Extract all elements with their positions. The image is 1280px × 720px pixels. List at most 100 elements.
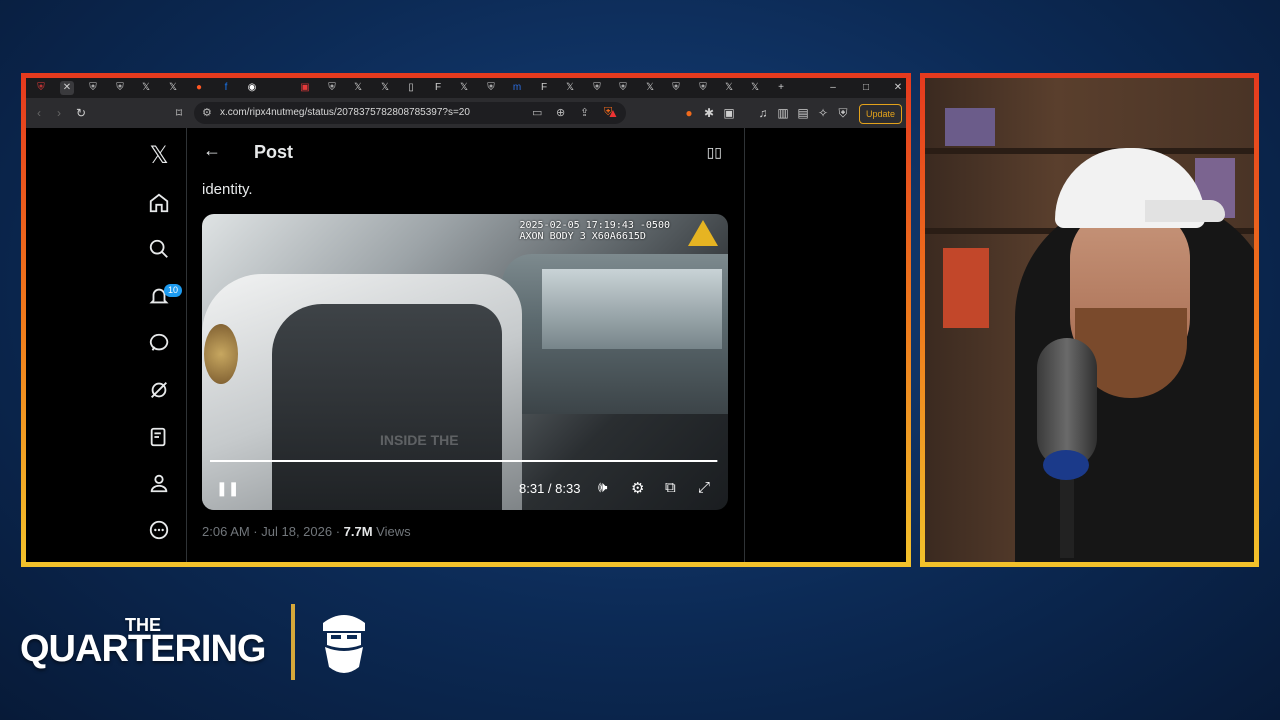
maximize-icon[interactable]: □ <box>859 81 873 95</box>
share-icon[interactable]: ⇪ <box>580 106 589 119</box>
fullscreen-icon[interactable]: ⤢ <box>698 479 710 496</box>
shield-icon[interactable]: ⛨ <box>34 81 48 95</box>
post-column: ← Post ▯▯ identity. 2025-02-05 17:19:43 … <box>186 128 745 562</box>
browser-toolbar: ‹ › ↻ ⌑ ⚙ x.com/ripx4nutmeg/status/20783… <box>26 98 906 128</box>
brave-icon[interactable]: ● <box>682 106 696 120</box>
pause-icon[interactable]: ❚❚ <box>216 480 239 497</box>
update-button[interactable]: Update <box>858 104 902 124</box>
back-icon[interactable]: ‹ <box>32 106 46 120</box>
window-close-icon[interactable]: ✕ <box>891 81 905 95</box>
x-icon[interactable]: 𝕏 <box>722 81 736 95</box>
notifications-badge: 10 <box>164 284 183 297</box>
x-icon[interactable]: 𝕏 <box>457 81 471 95</box>
brand-mascot-icon <box>323 615 365 673</box>
browser-window: ⛨ ✕ ⛨ ⛨ 𝕏 𝕏 ● f ◉ ▣ ⛨ 𝕏 𝕏 ▯ F 𝕏 ⛨ m F 𝕏 … <box>26 78 906 562</box>
x-sidebar: 𝕏 10 <box>130 128 188 562</box>
wallet-icon[interactable]: ▤ <box>796 106 810 120</box>
shield-icon[interactable]: ⛨ <box>86 81 100 95</box>
video-frame-window <box>542 269 722 349</box>
brand-divider <box>291 604 295 680</box>
video-progress-fill <box>210 460 717 462</box>
shield-icon[interactable]: ⛨ <box>669 81 683 95</box>
close-icon[interactable]: ✕ <box>60 81 74 95</box>
views-count: 7.7M <box>343 524 373 539</box>
shield-icon[interactable]: ⛨ <box>113 81 127 95</box>
video-watermark: INSIDE THE <box>380 432 459 448</box>
screen-share-frame: ⛨ ✕ ⛨ ⛨ 𝕏 𝕏 ● f ◉ ▣ ⛨ 𝕏 𝕏 ▯ F 𝕏 ⛨ m F 𝕏 … <box>21 73 911 567</box>
rewards-icon[interactable]: ▲ <box>606 106 620 120</box>
bookmark-icon[interactable]: ⌑ <box>172 106 186 120</box>
zoom-icon[interactable]: ⊕ <box>556 106 565 119</box>
x-icon[interactable]: 𝕏 <box>643 81 657 95</box>
url-text: x.com/ripx4nutmeg/status/207837578280878… <box>220 107 470 118</box>
x-icon[interactable]: 𝕏 <box>748 81 762 95</box>
views-label: Views <box>372 524 411 539</box>
lists-icon[interactable] <box>130 422 188 452</box>
news-icon[interactable]: ▣ <box>298 81 312 95</box>
x-icon[interactable]: 𝕏 <box>378 81 392 95</box>
site-info-icon[interactable]: ⚙ <box>202 106 212 119</box>
shield-icon[interactable]: ⛨ <box>484 81 498 95</box>
x-logo-icon[interactable]: 𝕏 <box>130 140 188 170</box>
shield-icon[interactable]: ⛨ <box>590 81 604 95</box>
f-icon[interactable]: F <box>431 81 445 95</box>
x-icon[interactable]: 𝕏 <box>563 81 577 95</box>
f-icon[interactable]: F <box>537 81 551 95</box>
streamer-cap-bill <box>1145 200 1225 222</box>
post-text: identity. <box>202 181 253 198</box>
bodycam-timestamp: 2025-02-05 17:19:43 -0500 AXON BODY 3 X6… <box>519 220 670 242</box>
extensions-icon[interactable]: ✱ <box>702 106 716 120</box>
shield-icon[interactable]: ⛨ <box>696 81 710 95</box>
facebook-icon[interactable]: f <box>219 81 233 95</box>
forward-icon[interactable]: › <box>52 106 66 120</box>
new-tab-icon[interactable]: + <box>774 81 788 95</box>
tab-bar: ⛨ ✕ ⛨ ⛨ 𝕏 𝕏 ● f ◉ ▣ ⛨ 𝕏 𝕏 ▯ F 𝕏 ⛨ m F 𝕏 … <box>26 78 906 98</box>
screenshot-icon[interactable]: ▣ <box>722 106 736 120</box>
x-icon[interactable]: 𝕏 <box>166 81 180 95</box>
address-bar[interactable]: ⚙ x.com/ripx4nutmeg/status/2078375782808… <box>194 102 626 124</box>
miniplayer-icon[interactable]: ⧉ <box>665 479 676 496</box>
messages-icon[interactable] <box>130 328 188 358</box>
more-icon[interactable] <box>130 515 188 545</box>
reader-mode-icon[interactable]: ▯▯ <box>707 144 722 161</box>
reddit-icon[interactable]: ● <box>192 81 206 95</box>
post-meta: 2:06 AM · Jul 18, 2026 · 7.7M Views <box>202 524 411 539</box>
shield-icon[interactable]: ⛨ <box>325 81 339 95</box>
sidebar-icon[interactable]: ▥ <box>776 106 790 120</box>
profile-icon[interactable] <box>130 468 188 498</box>
x-icon[interactable]: 𝕏 <box>139 81 153 95</box>
back-arrow-icon[interactable]: ← <box>203 140 221 161</box>
vpn-icon[interactable]: ⛨ <box>836 106 850 120</box>
volume-icon[interactable]: 🕪 <box>598 479 607 496</box>
webcam-feed <box>925 78 1254 562</box>
leo-icon[interactable]: ✧ <box>816 106 830 120</box>
notifications-icon[interactable]: 10 <box>130 281 188 311</box>
video-controls: ❚❚ 8:31 / 8:33 🕪 ⚙ ⧉ ⤢ <box>202 472 728 508</box>
music-icon[interactable]: ♫ <box>756 106 770 120</box>
settings-icon[interactable]: ⚙ <box>631 479 644 497</box>
shelf-item <box>943 248 989 328</box>
post-header: ← Post ▯▯ <box>187 128 744 176</box>
home-icon[interactable] <box>130 188 188 218</box>
police-seal-icon <box>204 324 238 384</box>
axon-logo-icon <box>688 220 718 246</box>
chrome-icon[interactable]: ◉ <box>245 81 259 95</box>
reload-icon[interactable]: ↻ <box>74 106 88 120</box>
video-progress-bar[interactable] <box>210 460 718 462</box>
minimize-icon[interactable]: – <box>826 81 840 95</box>
brand-name: QUARTERING <box>20 628 266 670</box>
grok-icon[interactable] <box>130 375 188 405</box>
search-icon[interactable] <box>130 234 188 264</box>
webcam-frame <box>920 73 1259 567</box>
page-title: Post <box>254 142 294 162</box>
m-icon[interactable]: m <box>510 81 524 95</box>
shelf <box>925 148 1254 154</box>
microphone-badge-icon <box>1043 450 1089 480</box>
cast-icon[interactable]: ▭ <box>532 106 542 119</box>
shield-icon[interactable]: ⛨ <box>616 81 630 95</box>
video-time: 8:31 / 8:33 <box>519 481 581 496</box>
video-player[interactable]: 2025-02-05 17:19:43 -0500 AXON BODY 3 X6… <box>202 214 728 510</box>
post-timestamp[interactable]: 2:06 AM · Jul 18, 2026 · <box>202 524 344 539</box>
generic-icon[interactable]: ▯ <box>404 81 418 95</box>
x-icon[interactable]: 𝕏 <box>351 81 365 95</box>
